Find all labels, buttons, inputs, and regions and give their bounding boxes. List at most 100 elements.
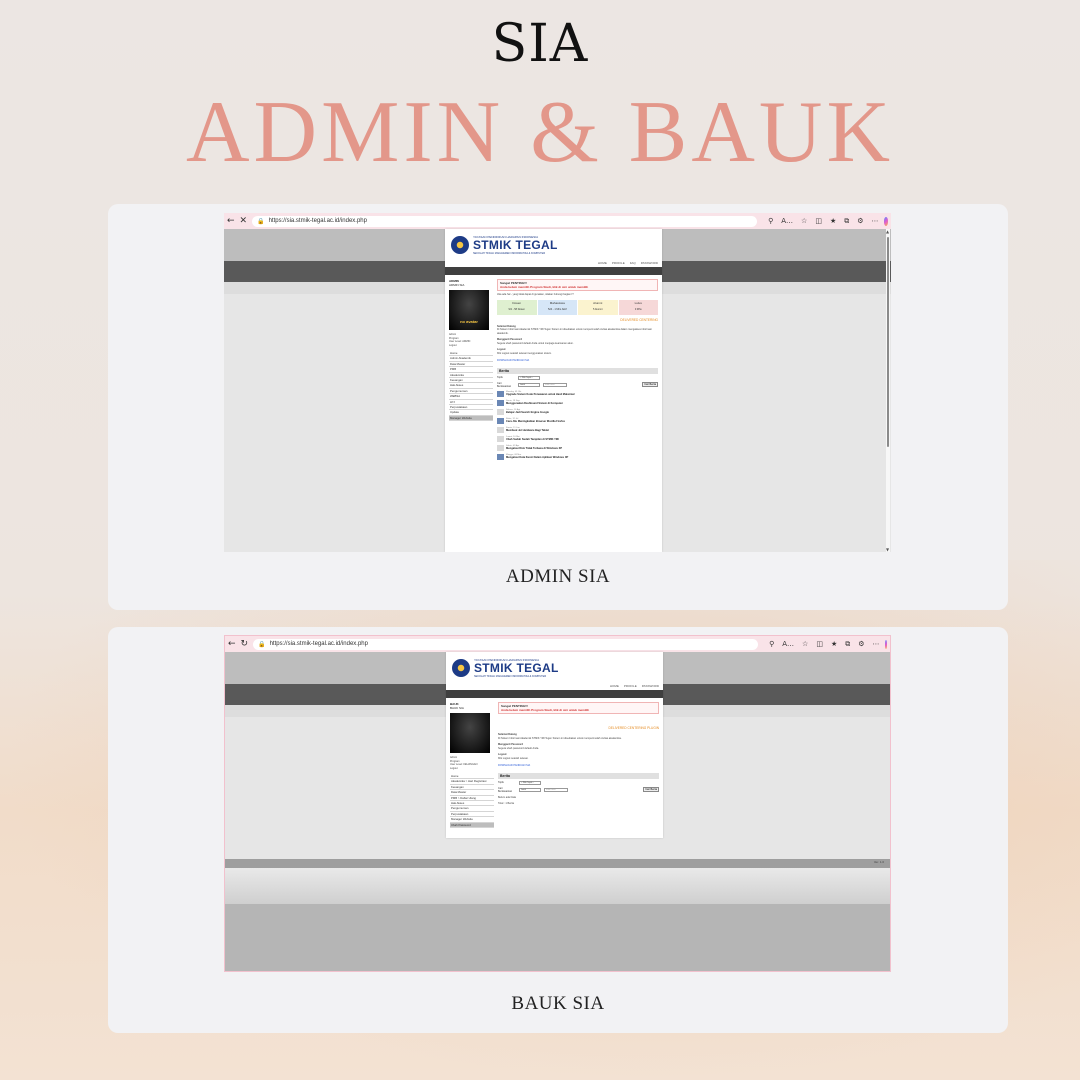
news-title[interactable]: Upgrade Sistem Kode Penawaran untuk Hasi… [506, 393, 574, 396]
search-row: Cari Berdasarkan Judul Kata Kunci Cari B… [498, 787, 659, 793]
stat-value: 0 Mhs [634, 307, 642, 311]
scrollbar-thumb[interactable] [887, 237, 889, 447]
news-title[interactable]: Cara Jitu Meningkatkan Browser Mozilla F… [506, 420, 565, 423]
download-link[interactable]: DOWNLOAD PANDUAN SIA [498, 764, 659, 768]
site-header: YAYASAN PENDIDIKAN HARAPAN INDONESIA STM… [445, 229, 662, 261]
stat-label: Dosen [512, 300, 522, 305]
nav-password[interactable]: PASSWORD [642, 684, 659, 690]
extensions-icon[interactable]: ⚙ [857, 217, 863, 226]
nav-profile[interactable]: PROFILE [612, 261, 625, 267]
favorites-bar-icon[interactable]: ★ [831, 640, 837, 649]
filter-row: Topik -- Pilih Topik -- [498, 780, 659, 785]
section-text: Segera ubah password default Anda. [498, 746, 540, 750]
news-title[interactable]: Belajar Jadi Search Engine Google [506, 411, 549, 414]
alert-text[interactable]: Anda belum memilih Program Studi, klik d… [500, 285, 655, 289]
rss-badge[interactable]: DELIVERED CENTERING [497, 318, 658, 322]
read-aloud-icon[interactable]: A… [781, 217, 793, 226]
split-screen-icon[interactable]: ◫ [815, 217, 822, 226]
news-thumbnail [497, 453, 504, 460]
address-bar[interactable]: 🔒 https://sia.stmik-tegal.ac.id/index.ph… [253, 638, 759, 650]
collections-icon[interactable]: ⧉ [844, 217, 849, 226]
search-news-button[interactable]: Cari Berita [642, 382, 658, 387]
browser-toolbar: ← ↻ 🔒 https://sia.stmik-tegal.ac.id/inde… [225, 636, 890, 652]
news-title[interactable]: Ubah Sudah Sudah Tampilan di STMIK YMI [506, 438, 559, 441]
address-bar[interactable]: 🔒 https://sia.stmik-tegal.ac.id/index.ph… [252, 215, 758, 227]
scroll-up-icon[interactable]: ▲ [886, 229, 889, 234]
user-name: BAUK SIA [450, 706, 464, 710]
collections-icon[interactable]: ⧉ [845, 640, 850, 649]
topic-select[interactable]: -- Pilih Topik -- [518, 375, 540, 380]
site-container: YAYASAN PENDIDIKAN HARAPAN INDONESIA STM… [445, 229, 662, 552]
news-item[interactable]: Minggu, 08 Mar Mengatasi Kata Kunci Dalam… [497, 453, 658, 460]
copilot-icon[interactable] [883, 216, 888, 226]
logout-link[interactable]: Logout [450, 767, 494, 771]
sidebar-item[interactable]: Ubah Password [450, 822, 494, 828]
nav-home[interactable]: HOME [610, 684, 619, 690]
news-title[interactable]: Mengatasi Disk Tidak Terbaca di Windows … [506, 447, 562, 450]
sidebar-menu: Home Akademika > Hari Registrasi Keuanga… [450, 774, 494, 828]
welcome-section: Selamat Datang Di Sistem Informasi Akade… [497, 325, 658, 336]
news-title[interactable]: Membuat Jet Hardware Bagi Tablet [506, 429, 549, 432]
nav-faq[interactable]: FAQ [630, 261, 636, 267]
split-screen-icon[interactable]: ◫ [816, 640, 823, 649]
stat-lulus[interactable]: Lulus 0 Mhs [618, 299, 658, 315]
zoom-icon[interactable]: ⚲ [768, 217, 773, 226]
left-column: ADMIN ADMIN SIA no avatar Admin Program … [449, 279, 493, 422]
campus-logo[interactable] [452, 659, 470, 677]
search-news-button[interactable]: Cari Berita [643, 787, 659, 792]
vertical-scrollbar[interactable]: ▲ ▼ [886, 229, 890, 552]
news-item[interactable]: Jumat, 10 Mei Ubah Sudah Sudah Tampilan d… [497, 435, 658, 442]
refresh-icon[interactable]: ↻ [241, 636, 249, 652]
search-row: Cari Berdasarkan Judul Kata Kunci Cari B… [497, 382, 658, 388]
favorites-bar-icon[interactable]: ★ [830, 217, 836, 226]
scroll-down-icon[interactable]: ▼ [886, 547, 889, 552]
news-item[interactable]: Senin, 18 Sep Menggunakan Dashboard Siste… [497, 399, 658, 406]
nav-password[interactable]: PASSWORD [641, 261, 658, 267]
read-aloud-icon[interactable]: A… [782, 640, 794, 649]
rss-badge[interactable]: DELIVERED CENTERING PLUGIN [498, 726, 659, 730]
section-text: Di Sistem Informasi Akademik STMIK YMI T… [497, 328, 652, 335]
campus-logo[interactable] [451, 236, 469, 254]
back-icon[interactable]: ← [228, 636, 236, 652]
news-title[interactable]: Mengatasi Kata Kunci Dalam Aplikasi Wind… [506, 456, 568, 459]
download-link[interactable]: DOWNLOAD PANDUAN SIA [497, 359, 658, 363]
news-title[interactable]: Menggunakan Dashboard Sistem di Komputer [506, 402, 563, 405]
stat-mahasiswa[interactable]: Mahasiswa 524 - 1 Mhs Aktif [537, 299, 577, 315]
zoom-icon[interactable]: ⚲ [769, 640, 774, 649]
page-area: YAYASAN PENDIDIKAN HARAPAN INDONESIA STM… [225, 652, 890, 971]
nav-profile[interactable]: PROFILE [624, 684, 637, 690]
topic-select[interactable]: -- Pilih Topik -- [519, 780, 541, 785]
keyword-input[interactable]: Kata Kunci [543, 382, 567, 387]
site-name: STMIK TEGAL [473, 238, 558, 252]
field-select[interactable]: Judul [518, 382, 540, 387]
version-text: Ver. 1.0 [873, 860, 884, 864]
news-thumbnail [497, 399, 504, 406]
more-icon[interactable]: ⋯ [873, 640, 880, 649]
field-select[interactable]: Judul [519, 787, 541, 792]
copilot-icon[interactable] [884, 639, 887, 649]
nav-home[interactable]: HOME [598, 261, 607, 267]
news-item[interactable]: Sabtu, 09 Apr Mengatasi Disk Tidak Terbac… [497, 444, 658, 451]
extensions-icon[interactable]: ⚙ [858, 640, 864, 649]
keyword-input[interactable]: Kata Kunci [544, 787, 568, 792]
back-icon[interactable]: ← [227, 213, 235, 229]
empty-news-text: Belum ada Data [498, 795, 516, 799]
more-icon[interactable]: ⋯ [872, 217, 879, 226]
password-section: Mengganti Password Segera ubah password … [497, 338, 658, 345]
news-item[interactable]: Selasa, 16 Agt Belajar Jadi Search Engine… [497, 408, 658, 415]
favorite-icon[interactable]: ☆ [802, 640, 808, 649]
news-heading: Berita [497, 367, 658, 374]
favorite-icon[interactable]: ☆ [801, 217, 807, 226]
stat-alumni[interactable]: Alumni 5 Alumni [578, 299, 618, 315]
alert-text[interactable]: Anda belum memilih Program Studi, klik d… [501, 708, 656, 712]
news-thumbnail [497, 417, 504, 424]
news-item[interactable]: Rabu, 12 Jul Cara Jitu Meningkatkan Brows… [497, 417, 658, 424]
lock-icon: 🔒 [258, 640, 266, 648]
news-item[interactable]: Monday, 09 Okt Upgrade Sistem Kode Penawa… [497, 390, 658, 397]
close-icon[interactable]: ✕ [240, 213, 248, 229]
sidebar-item[interactable]: Manager Website [449, 415, 493, 422]
news-item[interactable]: Kamis, 11 Jun Membuat Jet Hardware Bagi T… [497, 426, 658, 433]
stat-dosen[interactable]: Dosen 9/2 - 58 Dosen [497, 299, 537, 315]
section-text: Klik Logout setelah selesai. [498, 756, 529, 760]
logout-link[interactable]: Logout [449, 344, 493, 348]
